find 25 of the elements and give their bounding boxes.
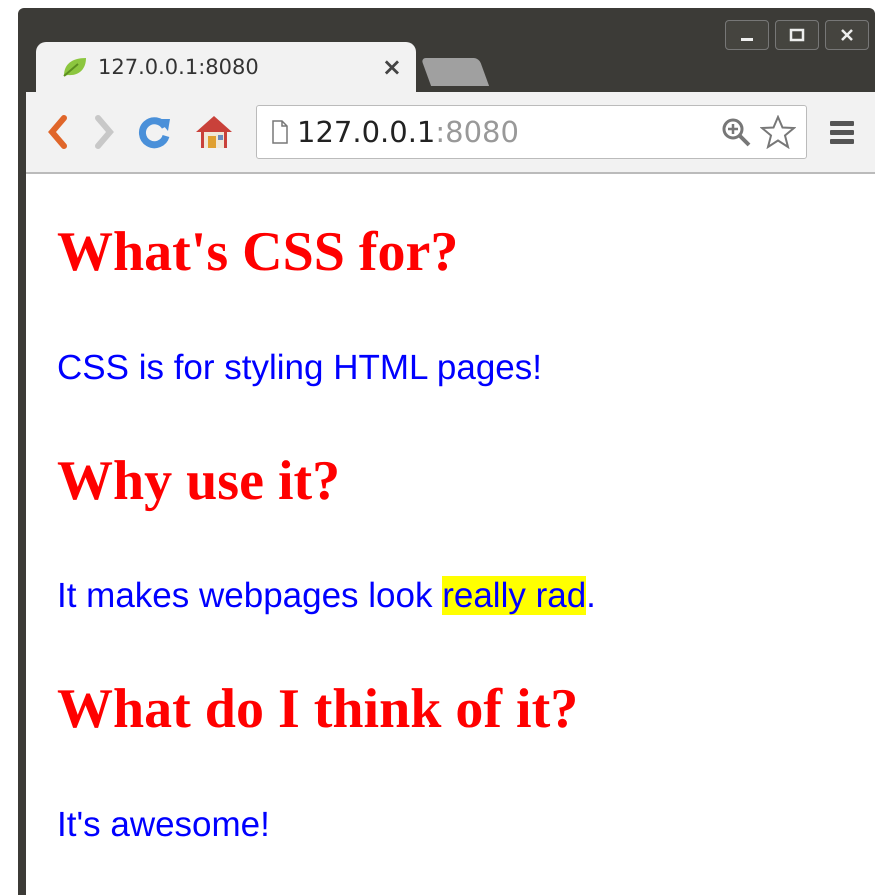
minimize-icon [741,38,753,40]
page-heading: Why use it? [57,450,342,512]
close-icon [839,27,855,43]
page-paragraph: It makes webpages look really rad. [57,576,597,616]
back-icon[interactable] [46,115,70,149]
menu-icon[interactable] [829,119,855,145]
url-text: 127.0.0.1:8080 [297,115,520,149]
page-paragraph: It's awesome! [57,804,271,845]
page-heading: What do I think of it? [57,679,580,741]
page-paragraph: CSS is for styling HTML pages! [57,348,543,388]
browser-tab[interactable]: 127.0.0.1:8080 × [36,42,416,92]
maximize-icon [789,27,805,43]
tab-close-button[interactable]: × [382,53,402,81]
home-icon[interactable] [194,114,234,150]
page-icon [271,120,289,144]
maximize-button[interactable] [775,20,819,50]
tab-title: 127.0.0.1:8080 [98,55,260,79]
star-icon[interactable] [760,115,796,149]
page-heading: What's CSS for? [57,222,460,284]
close-button[interactable] [825,20,869,50]
reload-icon[interactable] [138,115,172,149]
zoom-icon[interactable] [720,116,752,148]
address-bar[interactable]: 127.0.0.1:8080 [256,105,807,159]
minimize-button[interactable] [725,20,769,50]
leaf-icon [62,56,88,78]
